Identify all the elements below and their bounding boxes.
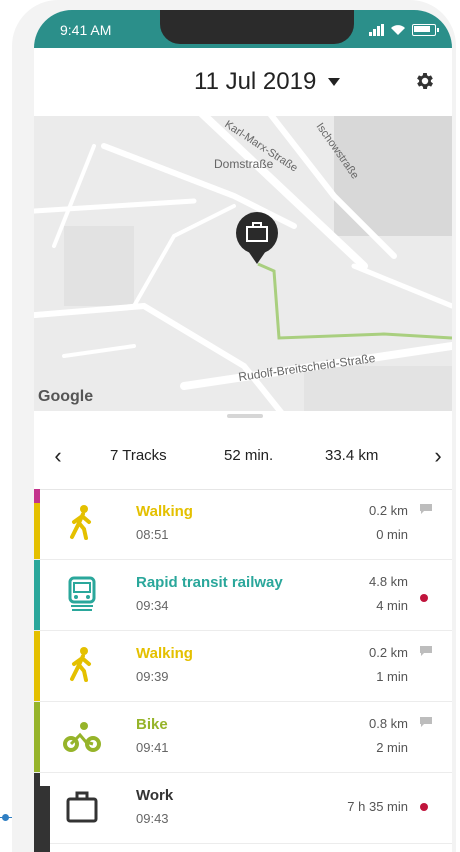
- track-title: Bike: [136, 716, 168, 733]
- total-distance: 33.4 km: [325, 447, 379, 464]
- track-distance: 0.2 km: [368, 645, 408, 660]
- tracks-summary: ‹ 7 Tracks 52 min. 33.4 km ›: [34, 431, 452, 490]
- track-color-strip: [34, 631, 40, 701]
- track-duration: 7 h 35 min: [347, 799, 408, 814]
- track-distance: 0.8 km: [368, 716, 408, 731]
- track-duration: 2 min: [376, 740, 408, 755]
- track-time: 09:34: [136, 598, 169, 613]
- google-logo: Google: [38, 388, 93, 405]
- train-icon: [62, 574, 102, 614]
- wifi-icon: [391, 25, 405, 35]
- track-duration: 0 min: [376, 527, 408, 542]
- briefcase-icon: [62, 787, 102, 827]
- drag-handle[interactable]: [227, 414, 263, 418]
- status-time: 9:41 AM: [60, 22, 112, 38]
- track-distance: 4.8 km: [368, 574, 408, 589]
- track-item[interactable]: Rapid transit railway 09:34 4.8 km 4 min: [34, 560, 452, 631]
- track-title: Walking: [136, 503, 193, 520]
- status-icons: [369, 22, 439, 38]
- track-title: Work: [136, 787, 174, 804]
- gear-icon[interactable]: [414, 70, 436, 92]
- battery-icon: [412, 24, 439, 36]
- walking-icon: [62, 645, 102, 685]
- track-item[interactable]: Bike 09:41 0.8 km 2 min: [34, 702, 452, 773]
- track-time: 09:39: [136, 669, 169, 684]
- track-duration: 1 min: [376, 669, 408, 684]
- current-track-strip: [34, 786, 50, 852]
- track-duration: 4 min: [376, 598, 408, 613]
- comment-icon[interactable]: [420, 643, 432, 656]
- status-dot: [420, 594, 428, 602]
- notch: [160, 10, 354, 44]
- status-bar: 9:41 AM: [34, 10, 452, 48]
- track-list: Walking 08:51 0.2 km 0 min Rapid transit rai…: [34, 489, 452, 852]
- track-item[interactable]: Work 09:43 7 h 35 min: [34, 773, 452, 844]
- track-time: 09:41: [136, 740, 169, 755]
- street-label: Domstraße: [214, 157, 274, 171]
- track-item[interactable]: Walking 09:39 0.2 km 1 min: [34, 631, 452, 702]
- track-item[interactable]: Walking 08:51 0.2 km 0 min: [34, 489, 452, 560]
- track-title: Rapid transit railway: [136, 574, 283, 591]
- total-duration: 52 min.: [224, 447, 274, 464]
- comment-icon[interactable]: [420, 501, 432, 514]
- track-distance: 0.2 km: [368, 503, 408, 518]
- status-dot: [420, 803, 428, 811]
- timeline-dot: [2, 814, 9, 821]
- bike-icon: [62, 716, 102, 756]
- phone-frame: 9:41 AM 11 Jul 2019 Domstraße Karl-Marx-…: [12, 0, 456, 852]
- chevron-right-icon[interactable]: ›: [428, 443, 448, 469]
- app-screen: 9:41 AM 11 Jul 2019 Domstraße Karl-Marx-…: [34, 10, 452, 852]
- tracks-count: 7 Tracks: [110, 447, 167, 464]
- track-color-strip: [34, 560, 40, 630]
- track-title: Walking: [136, 645, 193, 662]
- caret-down-icon[interactable]: [328, 78, 340, 86]
- date-selector[interactable]: 11 Jul 2019: [194, 68, 316, 96]
- chevron-left-icon[interactable]: ‹: [48, 443, 68, 469]
- track-time: 08:51: [136, 527, 169, 542]
- previous-track-marker: [34, 489, 40, 503]
- header: 11 Jul 2019: [34, 48, 452, 117]
- map-view[interactable]: Domstraße Karl-Marx-Straße Ischowstraße …: [34, 116, 452, 411]
- comment-icon[interactable]: [420, 714, 432, 727]
- track-color-strip: [34, 702, 40, 772]
- track-time: 09:43: [136, 811, 169, 826]
- walking-icon: [62, 503, 102, 543]
- signal-icon: [369, 24, 384, 36]
